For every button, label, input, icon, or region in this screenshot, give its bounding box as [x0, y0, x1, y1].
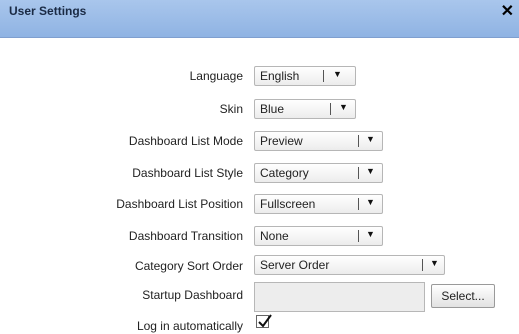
sort-order-label: Category Sort Order [134, 259, 243, 273]
close-icon[interactable]: ✕ [501, 1, 514, 21]
chevron-down-icon: ▼ [366, 197, 375, 207]
language-value: English [260, 69, 300, 83]
dialog-titlebar: User Settings ✕ [0, 0, 519, 38]
auto-login-checkbox[interactable] [256, 314, 272, 328]
transition-select[interactable]: None ▼ [254, 226, 383, 246]
dialog-title: User Settings [9, 4, 87, 18]
startup-dashboard-input[interactable] [254, 282, 425, 312]
language-select[interactable]: English ▼ [254, 66, 356, 86]
skin-label: Skin [219, 102, 243, 116]
list-mode-value: Preview [260, 134, 303, 148]
transition-label: Dashboard Transition [128, 229, 243, 243]
dropdown-separator [358, 167, 359, 179]
dropdown-separator [330, 103, 331, 115]
auto-login-label: Log in automatically [136, 319, 243, 333]
sort-order-select[interactable]: Server Order ▼ [254, 255, 445, 275]
sort-order-value: Server Order [260, 258, 330, 272]
list-mode-select[interactable]: Preview ▼ [254, 131, 383, 151]
list-style-select[interactable]: Category ▼ [254, 163, 383, 183]
chevron-down-icon: ▼ [430, 258, 439, 268]
chevron-down-icon: ▼ [366, 166, 375, 176]
user-settings-dialog: User Settings ✕ Language English ▼ Skin … [0, 0, 519, 334]
skin-value: Blue [260, 102, 285, 116]
dropdown-separator [358, 198, 359, 210]
skin-select[interactable]: Blue ▼ [254, 99, 356, 119]
list-style-label: Dashboard List Style [132, 166, 243, 180]
chevron-down-icon: ▼ [339, 102, 348, 112]
list-mode-label: Dashboard List Mode [128, 134, 243, 148]
dropdown-separator [323, 70, 324, 82]
chevron-down-icon: ▼ [366, 134, 375, 144]
language-label: Language [189, 69, 243, 83]
list-position-value: Fullscreen [260, 197, 316, 211]
startup-label: Startup Dashboard [142, 288, 243, 302]
checkmark-icon [258, 314, 272, 328]
dropdown-separator [358, 230, 359, 242]
select-dashboard-button[interactable]: Select... [431, 284, 495, 308]
list-position-label: Dashboard List Position [116, 197, 243, 211]
list-style-value: Category [260, 166, 309, 180]
chevron-down-icon: ▼ [333, 69, 342, 79]
list-position-select[interactable]: Fullscreen ▼ [254, 194, 383, 214]
dropdown-separator [358, 135, 359, 147]
transition-value: None [260, 229, 289, 243]
dropdown-separator [422, 259, 423, 271]
chevron-down-icon: ▼ [366, 229, 375, 239]
